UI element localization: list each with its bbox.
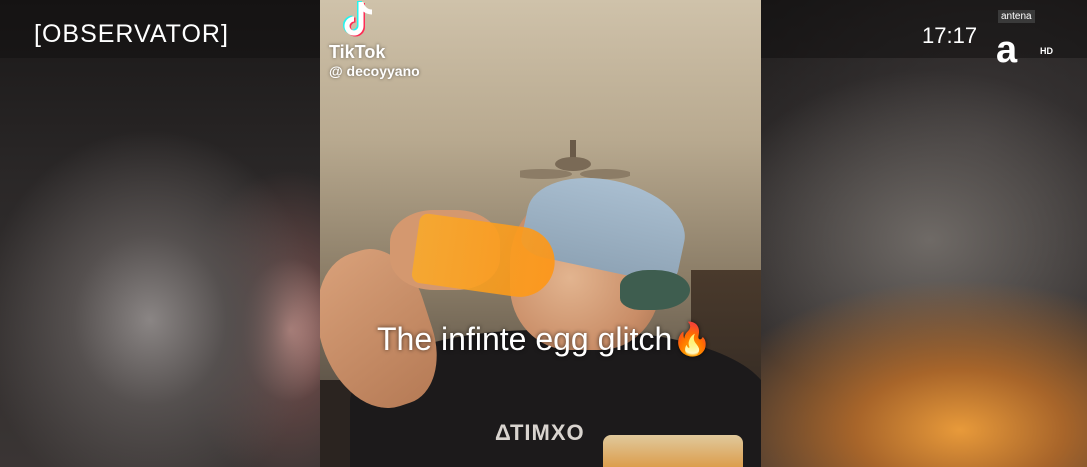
cap-brim xyxy=(620,270,690,310)
video-caption: The infinte egg glitch🔥 xyxy=(377,320,712,358)
shirt-logo: ΔΤΙΜΧΟ xyxy=(495,420,585,445)
tiktok-wordmark: TikTok xyxy=(329,42,386,62)
video-frame: ΔΤΙΜΧΟ TikTok @ decoyyano The infinte eg… xyxy=(320,0,761,467)
observator-logo: [OBSERVATOR] xyxy=(34,20,229,48)
hd-label: HD xyxy=(1040,46,1053,56)
channel-logo: antena a HD xyxy=(990,0,1060,90)
broadcast-clock: 17:17 xyxy=(922,23,978,48)
channel-name: antena xyxy=(998,10,1035,23)
tiktok-icon xyxy=(343,1,373,37)
caption-text: The infinte egg glitch xyxy=(377,321,673,357)
channel-glyph: a xyxy=(996,29,1018,71)
second-cup xyxy=(603,435,743,467)
fire-icon: 🔥 xyxy=(672,321,713,357)
tiktok-handle: @ decoyyano xyxy=(329,63,420,79)
